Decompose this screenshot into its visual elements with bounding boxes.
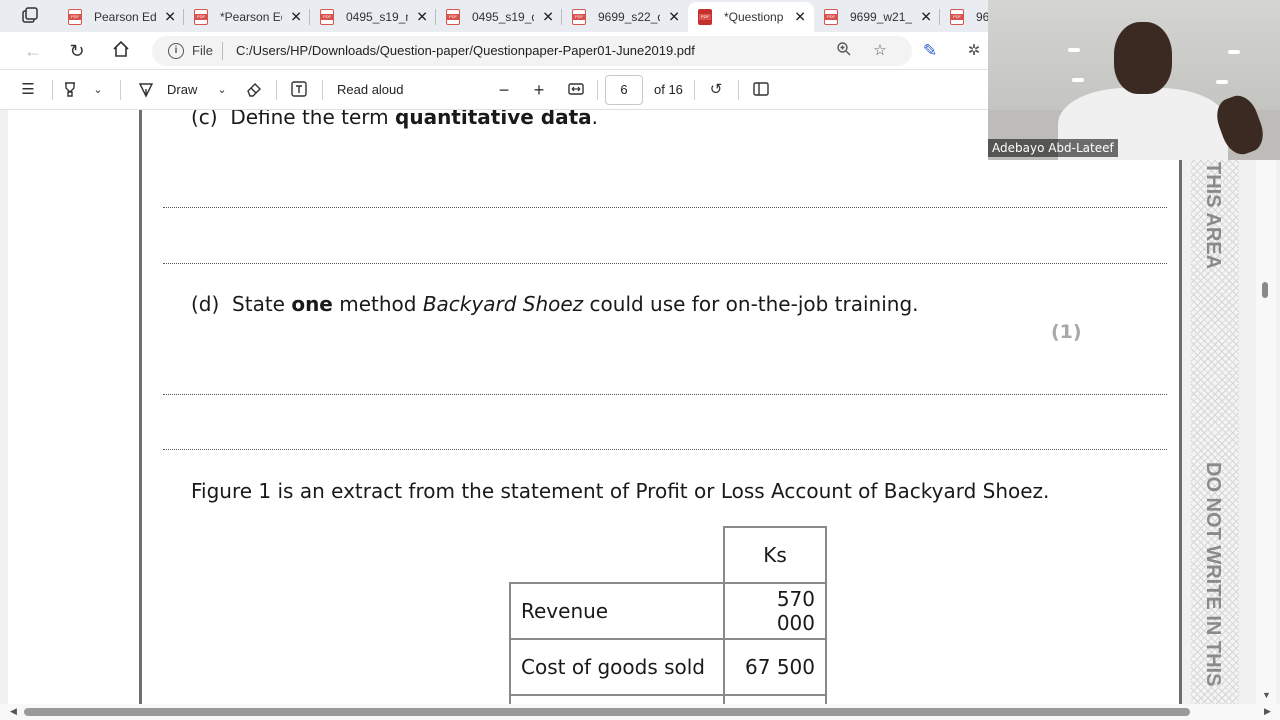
close-icon[interactable]: ✕: [668, 9, 680, 26]
url-text[interactable]: C:/Users/HP/Downloads/Question-paper/Que…: [236, 43, 695, 58]
read-aloud-button[interactable]: Read aloud: [337, 80, 404, 100]
info-icon[interactable]: i: [168, 43, 184, 59]
row-value: 570 000: [723, 582, 827, 640]
back-arrow-icon[interactable]: ←: [22, 40, 44, 62]
contents-icon[interactable]: ☰: [18, 80, 38, 100]
pdf-file-icon: [824, 9, 838, 25]
close-icon[interactable]: ✕: [794, 9, 806, 26]
pdf-page: (c) Define the term quantitative data. (…: [8, 110, 1182, 720]
pen-icon[interactable]: ✎: [920, 41, 940, 61]
pdf-file-icon: [950, 9, 964, 25]
question-c: (c) Define the term quantitative data.: [191, 110, 598, 129]
answer-line: [163, 207, 1167, 208]
close-icon[interactable]: ✕: [290, 9, 302, 26]
scheme-label: File: [192, 43, 213, 58]
pdf-file-icon: [446, 9, 460, 25]
figure-intro: Figure 1 is an extract from the statemen…: [191, 479, 1050, 503]
answer-line: [163, 263, 1167, 264]
page-number-input[interactable]: 6: [605, 75, 643, 105]
zoom-out-icon[interactable]: −: [494, 80, 514, 100]
browser-tab[interactable]: 9699_s22_q ✕: [562, 4, 688, 30]
tab-title: 9699_w21_q: [850, 10, 912, 24]
horizontal-scroll-thumb[interactable]: [24, 708, 1190, 716]
browser-tab[interactable]: *Pearson Ed ✕: [184, 4, 310, 30]
table-row: Cost of goods sold 67 500: [509, 638, 827, 696]
row-value: 67 500: [723, 638, 827, 696]
extensions-icon[interactable]: ✲: [964, 41, 984, 61]
add-favorite-icon[interactable]: ☆: [870, 41, 890, 61]
close-icon[interactable]: ✕: [164, 9, 176, 26]
pdf-file-icon: [572, 9, 586, 25]
profit-loss-table: Ks Revenue 570 000 Cost of goods sold 67…: [509, 526, 827, 720]
answer-line: [163, 394, 1167, 395]
home-icon[interactable]: [110, 40, 132, 62]
workspaces-icon[interactable]: [20, 6, 44, 26]
close-icon[interactable]: ✕: [416, 9, 428, 26]
pdf-file-icon: [68, 9, 82, 25]
text-box-icon[interactable]: [289, 80, 309, 100]
webcam-overlay: Adebayo Abd-Lateef: [988, 0, 1280, 160]
pdf-viewer[interactable]: (c) Define the term quantitative data. (…: [0, 110, 1280, 720]
margin-text: DO NOT WRITE IN THIS: [1202, 462, 1224, 687]
pdf-file-icon: [698, 9, 712, 25]
close-icon[interactable]: ✕: [542, 9, 554, 26]
pdf-file-icon: [194, 9, 208, 25]
scroll-right-arrow-icon[interactable]: ▶: [1264, 706, 1271, 717]
scroll-down-arrow-icon[interactable]: ▼: [1262, 690, 1271, 700]
close-icon[interactable]: ✕: [920, 9, 932, 26]
refresh-icon[interactable]: ↻: [66, 40, 88, 62]
tab-title: 9699_s22_q: [598, 10, 660, 24]
row-label: Cost of goods sold: [509, 638, 725, 696]
page-count: of 16: [654, 82, 683, 97]
participant-name: Adebayo Abd-Lateef: [988, 139, 1118, 157]
page-view-icon[interactable]: [751, 80, 771, 100]
rotate-icon[interactable]: ↺: [706, 80, 726, 100]
chevron-down-icon[interactable]: ⌄: [212, 80, 232, 100]
marks-label: (1): [1051, 321, 1082, 343]
browser-tab[interactable]: 9699_w21_q ✕: [814, 4, 940, 30]
pdf-file-icon: [320, 9, 334, 25]
tab-title: 0495_s19_m: [346, 10, 408, 24]
scroll-left-arrow-icon[interactable]: ◀: [10, 706, 17, 717]
draw-icon[interactable]: [136, 80, 156, 100]
tab-title: 0495_s19_q: [472, 10, 534, 24]
tab-title: *Pearson Ed: [220, 10, 282, 24]
presenter-head: [1114, 22, 1172, 94]
zoom-in-icon[interactable]: +: [529, 80, 549, 100]
vertical-scroll-thumb[interactable]: [1262, 282, 1268, 298]
vertical-scrollbar[interactable]: [1256, 110, 1276, 704]
address-bar[interactable]: i File C:/Users/HP/Downloads/Question-pa…: [152, 36, 912, 66]
browser-tab[interactable]: Pearson Ed ✕: [58, 4, 184, 30]
margin-text: THIS AREA: [1202, 162, 1224, 270]
answer-line: [163, 449, 1167, 450]
tab-title: *Questionp: [724, 10, 784, 24]
question-d: (d) State one method Backyard Shoez coul…: [191, 292, 919, 316]
browser-tab[interactable]: 0495_s19_q ✕: [436, 4, 562, 30]
chevron-down-icon[interactable]: ⌄: [88, 80, 108, 100]
currency-header: Ks: [723, 526, 827, 584]
zoom-icon[interactable]: [834, 41, 854, 61]
draw-button[interactable]: Draw: [167, 80, 197, 100]
browser-tab-active[interactable]: *Questionp ✕: [688, 2, 814, 32]
browser-tab[interactable]: 0495_s19_m ✕: [310, 4, 436, 30]
tab-title: Pearson Ed: [94, 10, 156, 24]
table-row: Revenue 570 000: [509, 582, 827, 640]
eraser-icon[interactable]: [244, 80, 264, 100]
row-label: Revenue: [509, 582, 725, 640]
highlight-icon[interactable]: [60, 80, 80, 100]
fit-width-icon[interactable]: [566, 80, 586, 100]
